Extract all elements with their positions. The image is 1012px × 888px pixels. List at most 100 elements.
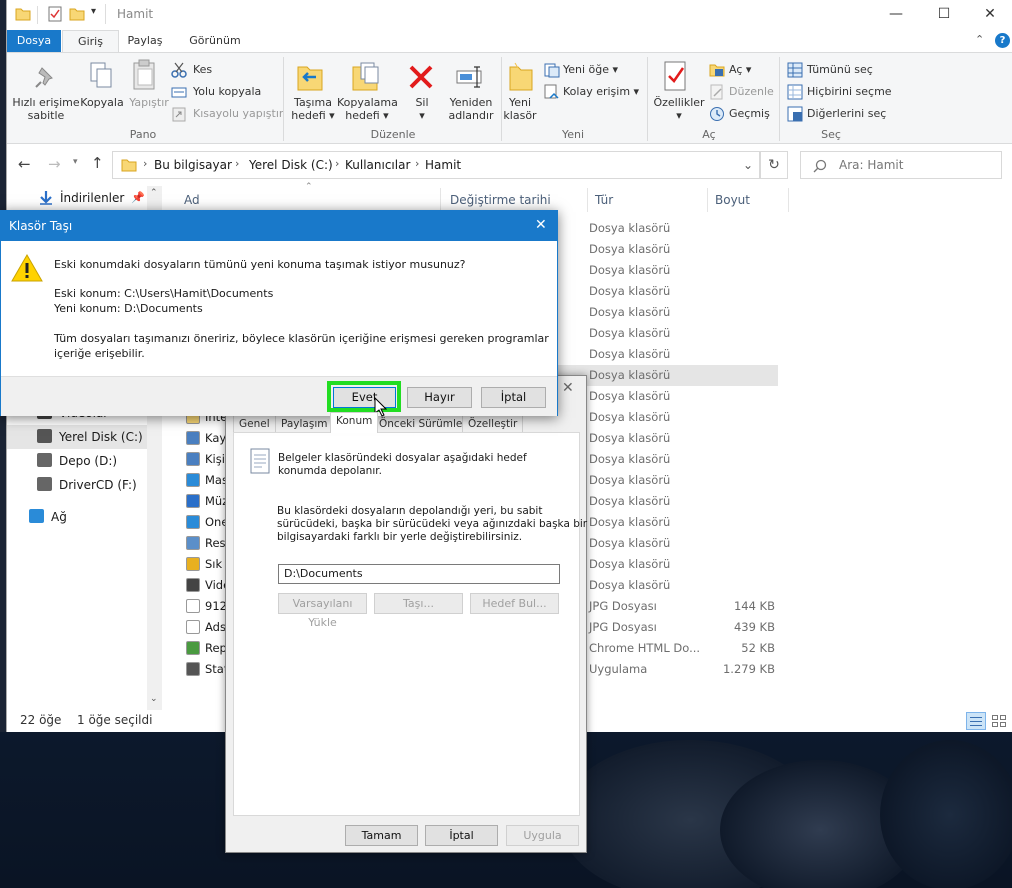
close-button[interactable]: ✕	[967, 0, 1012, 30]
breadcrumb-item[interactable]: Bu bilgisayar	[154, 158, 232, 172]
column-size[interactable]: Boyut	[715, 193, 750, 207]
nav-item[interactable]: DriverCD (F:)	[7, 473, 147, 497]
apply-button[interactable]: Uygula	[506, 825, 579, 846]
tab-genel[interactable]: Genel	[233, 415, 276, 433]
new-item-button[interactable]: Yeni öğe ▾	[563, 63, 618, 77]
nav-item-label: Ağ	[51, 510, 67, 524]
new-folder-quick-icon[interactable]	[69, 6, 85, 22]
copy-to-button[interactable]: Kopyalama hedefi ▾	[337, 96, 398, 122]
tab-paylasim[interactable]: Paylaşım	[275, 415, 334, 433]
open-icon	[709, 64, 725, 77]
net-icon	[29, 509, 44, 523]
move-dialog-footer: Evet Hayır İptal	[1, 376, 557, 417]
warning-icon	[11, 253, 43, 282]
delete-button[interactable]: Sil ▾	[405, 96, 439, 122]
edit-button[interactable]: Düzenle	[729, 85, 774, 99]
sort-indicator-icon: ⌃	[305, 182, 313, 192]
move-to-button[interactable]: Taşıma hedefi ▾	[285, 96, 341, 122]
column-name[interactable]: Ad	[184, 193, 200, 207]
file-size: 439 KB	[733, 620, 775, 634]
nav-item-label: Depo (D:)	[59, 454, 118, 468]
file-type: Dosya klasörü	[589, 431, 671, 445]
move-dialog-titlebar: Klasör Taşı ✕	[1, 211, 557, 241]
file-type: Dosya klasörü	[589, 368, 671, 382]
file-icon	[186, 431, 200, 445]
breadcrumb-item[interactable]: Yerel Disk (C:)	[249, 158, 333, 172]
new-folder-icon	[509, 62, 533, 91]
copy-to-icon	[352, 62, 379, 91]
up-icon[interactable]: ↑	[91, 154, 104, 172]
rename-icon	[456, 66, 482, 88]
nav-item[interactable]: Ağ	[7, 505, 147, 529]
copy-icon	[90, 62, 112, 88]
quick-access-dropdown-icon[interactable]: ▾	[91, 6, 96, 17]
find-target-button[interactable]: Hedef Bul...	[470, 593, 559, 614]
item-count: 22 öğe	[20, 713, 62, 727]
column-date[interactable]: Değiştirme tarihi	[450, 193, 551, 207]
paste-shortcut-button[interactable]: Kısayolu yapıştır	[193, 107, 283, 121]
paste-button[interactable]: Yapıştır	[127, 96, 171, 109]
restore-default-button[interactable]: Varsayılanı Yükle	[278, 593, 367, 629]
details-view-icon[interactable]	[966, 712, 986, 730]
properties-close-icon[interactable]: ✕	[562, 380, 574, 396]
select-all-button[interactable]: Tümünü seç	[807, 63, 873, 77]
no-button[interactable]: Hayır	[407, 387, 472, 408]
new-folder-button[interactable]: Yeni klasör	[503, 96, 537, 122]
cd-icon	[37, 477, 52, 491]
location-path-input[interactable]: D:\Documents	[278, 564, 560, 584]
scroll-up-icon[interactable]: ⌃	[150, 188, 158, 198]
pin-quick-access-button[interactable]: Hızlı erişime sabitle	[10, 96, 82, 122]
nav-item-label: Yerel Disk (C:)	[59, 430, 143, 444]
search-box[interactable]: Ara: Hamit	[800, 151, 1002, 179]
back-icon[interactable]: ←	[18, 155, 31, 173]
history-button[interactable]: Geçmiş	[729, 107, 770, 121]
recent-locations-icon[interactable]: ▾	[73, 157, 78, 167]
scroll-down-icon[interactable]: ⌄	[150, 694, 158, 704]
group-label-sec: Seç	[821, 128, 841, 141]
file-type: Dosya klasörü	[589, 305, 671, 319]
tab-dosya[interactable]: Dosya	[7, 30, 61, 52]
group-label-yeni: Yeni	[561, 128, 585, 141]
move-cancel-button[interactable]: İptal	[481, 387, 546, 408]
properties-button[interactable]: Özellikler ▾	[651, 96, 707, 122]
breadcrumb-item[interactable]: Kullanıcılar	[345, 158, 410, 172]
tab-paylas[interactable]: Paylaş	[120, 30, 170, 52]
file-type: Dosya klasörü	[589, 578, 671, 592]
collapse-ribbon-icon[interactable]: ⌃	[975, 33, 984, 46]
invert-selection-button[interactable]: Diğerlerini seç	[807, 107, 886, 121]
tab-onceki-surumler[interactable]: Önceki Sürümler	[373, 415, 473, 433]
tab-konum[interactable]: Konum	[330, 412, 379, 433]
easy-access-button[interactable]: Kolay erişim ▾	[563, 85, 639, 99]
forward-icon[interactable]: →	[48, 155, 61, 173]
properties-quick-icon[interactable]	[47, 6, 63, 22]
move-button[interactable]: Taşı...	[374, 593, 463, 614]
large-icons-view-icon[interactable]	[989, 712, 1009, 730]
ok-button[interactable]: Tamam	[345, 825, 418, 846]
move-dialog-close-icon[interactable]: ✕	[535, 217, 547, 233]
tab-ozellestir[interactable]: Özelleştir	[462, 415, 524, 433]
open-button[interactable]: Aç ▾	[729, 63, 751, 77]
rename-button[interactable]: Yeniden adlandır	[443, 96, 499, 122]
file-type: JPG Dosyası	[589, 599, 657, 613]
help-icon[interactable]: ?	[995, 33, 1010, 48]
address-bar[interactable]: › Bu bilgisayar › Yerel Disk (C:) › Kull…	[112, 151, 760, 179]
file-type: Dosya klasörü	[589, 515, 671, 529]
copy-button[interactable]: Kopyala	[80, 96, 124, 109]
address-dropdown-icon[interactable]: ⌄	[743, 158, 753, 172]
column-type[interactable]: Tür	[595, 193, 613, 207]
tab-giris[interactable]: Giriş	[62, 30, 119, 52]
nav-item-downloads-quick[interactable]: İndirilenler 📌	[7, 186, 147, 210]
cut-button[interactable]: Kes	[193, 63, 212, 77]
breadcrumb-item[interactable]: Hamit	[425, 158, 461, 172]
select-none-button[interactable]: Hiçbirini seçme	[807, 85, 892, 99]
nav-item[interactable]: Yerel Disk (C:)	[7, 425, 147, 449]
properties-cancel-button[interactable]: İptal	[425, 825, 498, 846]
konum-tab-content: Belgeler klasöründeki dosyalar aşağıdaki…	[233, 432, 587, 816]
file-icon	[186, 452, 200, 466]
minimize-button[interactable]: —	[873, 0, 919, 30]
copy-path-button[interactable]: Yolu kopyala	[193, 85, 261, 99]
refresh-icon[interactable]: ↻	[760, 151, 788, 179]
maximize-button[interactable]: ☐	[921, 0, 967, 30]
nav-item[interactable]: Depo (D:)	[7, 449, 147, 473]
tab-gorunum[interactable]: Görünüm	[179, 30, 251, 52]
